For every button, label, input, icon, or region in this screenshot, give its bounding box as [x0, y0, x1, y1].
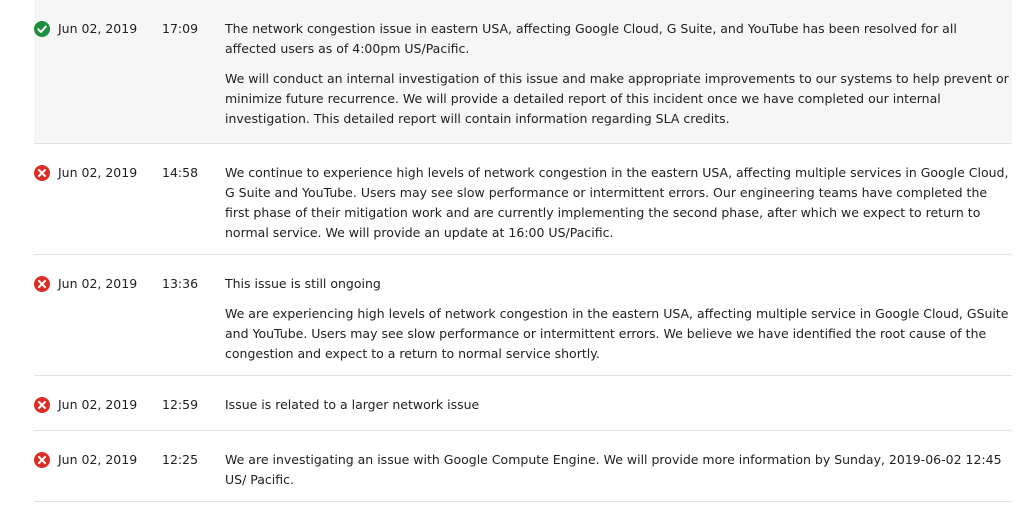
update-date: Jun 02, 2019: [58, 276, 138, 291]
check-circle-icon-background: [34, 21, 50, 37]
incident-update-row: Jun 02, 2019 17:09 The network congestio…: [34, 0, 1012, 144]
update-paragraph: The network congestion issue in eastern …: [225, 21, 957, 56]
update-description: This issue is still ongoing We are exper…: [225, 274, 1012, 364]
update-paragraph: We continue to experience high levels of…: [225, 165, 1009, 240]
update-date: Jun 02, 2019: [58, 397, 138, 412]
update-date: Jun 02, 2019: [58, 21, 138, 36]
update-time: 17:09: [162, 21, 199, 36]
status-indicator: [34, 163, 58, 181]
x-circle-icon: [34, 165, 50, 181]
update-description: We continue to experience high levels of…: [225, 163, 1012, 243]
x-circle-icon: [34, 276, 50, 292]
update-description: The network congestion issue in eastern …: [225, 19, 1012, 129]
update-time: 14:58: [162, 165, 199, 180]
incident-update-row: Jun 02, 2019 13:36 This issue is still o…: [34, 255, 1012, 376]
update-paragraph: We are experiencing high levels of netwo…: [225, 306, 1009, 361]
check-circle-icon: [34, 21, 50, 37]
update-time: 13:36: [162, 276, 199, 291]
update-date: Jun 02, 2019: [58, 452, 138, 467]
update-paragraph: We are investigating an issue with Googl…: [225, 452, 1002, 487]
update-paragraph: We will conduct an internal investigatio…: [225, 71, 1009, 126]
update-time: 12:59: [162, 397, 199, 412]
status-indicator: [34, 395, 58, 413]
status-indicator: [34, 450, 58, 468]
incident-update-row: Jun 02, 2019 14:58 We continue to experi…: [34, 144, 1012, 255]
incident-update-row: Jun 02, 2019 12:25 We are investigating …: [34, 431, 1012, 502]
status-indicator: [34, 19, 58, 37]
update-time: 12:25: [162, 452, 199, 467]
status-indicator: [34, 274, 58, 292]
update-paragraph: Issue is related to a larger network iss…: [225, 397, 480, 412]
x-circle-icon: [34, 452, 50, 468]
update-description: Issue is related to a larger network iss…: [225, 395, 1012, 415]
incident-timeline: Jun 02, 2019 17:09 The network congestio…: [34, 0, 1012, 502]
update-paragraph: This issue is still ongoing: [225, 276, 381, 291]
incident-update-row: Jun 02, 2019 12:59 Issue is related to a…: [34, 376, 1012, 431]
update-description: We are investigating an issue with Googl…: [225, 450, 1012, 490]
x-circle-icon: [34, 397, 50, 413]
update-date: Jun 02, 2019: [58, 165, 138, 180]
